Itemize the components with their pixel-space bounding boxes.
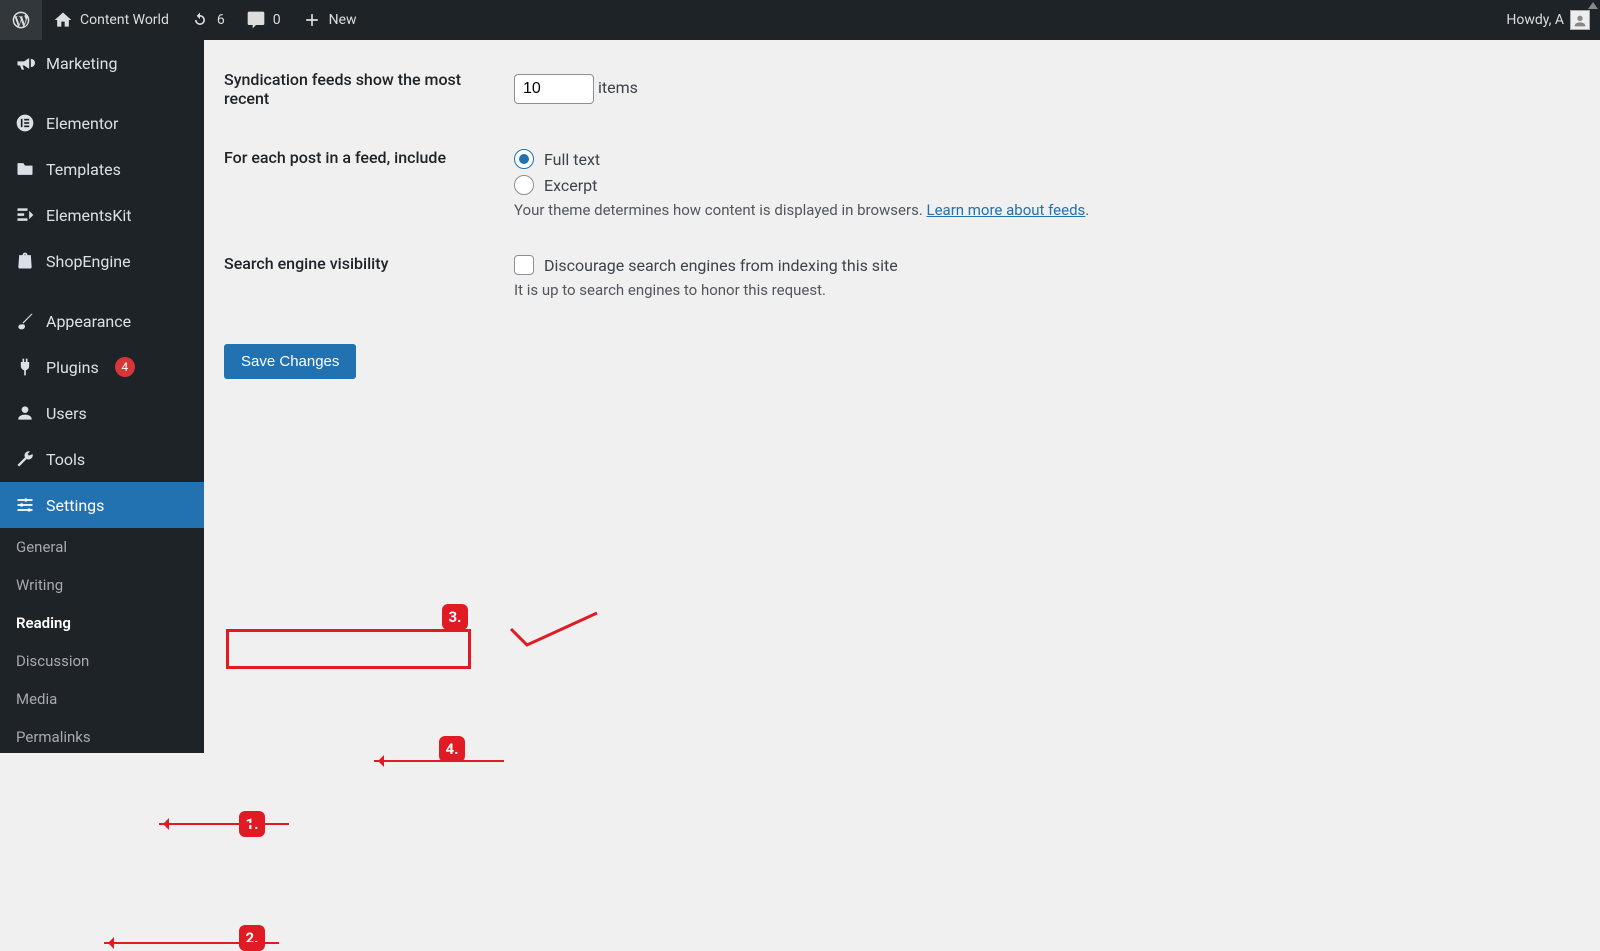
- new-content-link[interactable]: New: [291, 0, 367, 40]
- avatar: [1570, 10, 1590, 30]
- feed-excerpt-radio[interactable]: [514, 175, 534, 195]
- feed-full-text-radio[interactable]: [514, 149, 534, 169]
- save-changes-button[interactable]: Save Changes: [224, 344, 356, 379]
- wrench-icon: [14, 448, 36, 470]
- wordpress-icon: [10, 9, 32, 31]
- sidebar-item-label: Users: [46, 404, 87, 423]
- submenu-writing[interactable]: Writing: [0, 566, 204, 604]
- shopengine-icon: [14, 250, 36, 272]
- sidebar-item-users[interactable]: Users: [0, 390, 204, 436]
- sidebar-item-label: Elementor: [46, 114, 118, 133]
- visibility-label: Search engine visibility: [224, 254, 388, 273]
- sidebar-item-plugins[interactable]: Plugins 4: [0, 344, 204, 390]
- admin-menu: Marketing Elementor Templates ElementsKi…: [0, 40, 204, 753]
- submenu-general[interactable]: General: [0, 528, 204, 566]
- submenu-media[interactable]: Media: [0, 680, 204, 718]
- sidebar-item-shopengine[interactable]: ShopEngine: [0, 238, 204, 284]
- updates-link[interactable]: 6: [179, 0, 235, 40]
- sidebar-item-label: ElementsKit: [46, 206, 131, 225]
- elementskit-icon: [14, 204, 36, 226]
- sidebar-item-label: Templates: [46, 160, 121, 179]
- visibility-note: It is up to search engines to honor this…: [514, 281, 1570, 299]
- discourage-checkbox[interactable]: [514, 255, 534, 275]
- elementor-icon: [14, 112, 36, 134]
- sliders-icon: [14, 494, 36, 516]
- plus-icon: [301, 9, 323, 31]
- sidebar-item-tools[interactable]: Tools: [0, 436, 204, 482]
- annotation-1-arrow: [159, 823, 289, 825]
- annotation-4-arrow: [374, 760, 504, 762]
- annotation-4-badge: 4.: [439, 736, 465, 762]
- sidebar-item-appearance[interactable]: Appearance: [0, 298, 204, 344]
- site-title: Content World: [80, 12, 169, 28]
- annotation-2-arrow: [104, 942, 279, 944]
- learn-more-link[interactable]: Learn more about feeds: [927, 201, 1086, 219]
- home-icon: [52, 9, 74, 31]
- annotation-3-box: [226, 629, 471, 669]
- scroll-up-indicator: [1588, 2, 1598, 9]
- annotation-3-check: [509, 611, 599, 651]
- main-content: Syndication feeds show the most recent i…: [204, 40, 1600, 753]
- plug-icon: [14, 356, 36, 378]
- sidebar-item-templates[interactable]: Templates: [0, 146, 204, 192]
- sidebar-item-marketing[interactable]: Marketing: [0, 40, 204, 86]
- submenu-reading[interactable]: Reading: [0, 604, 204, 642]
- sidebar-item-label: Settings: [46, 496, 104, 515]
- sidebar-item-elementor[interactable]: Elementor: [0, 100, 204, 146]
- megaphone-icon: [14, 52, 36, 74]
- comment-icon: [245, 9, 267, 31]
- discourage-label: Discourage search engines from indexing …: [544, 256, 898, 275]
- feed-content-label: For each post in a feed, include: [224, 148, 446, 167]
- admin-bar: Content World 6 0 New Howdy, A: [0, 0, 1600, 40]
- syndication-label: Syndication feeds show the most recent: [224, 70, 461, 108]
- sidebar-item-label: Appearance: [46, 312, 131, 331]
- sidebar-item-label: ShopEngine: [46, 252, 131, 271]
- annotation-2-badge: 2.: [239, 925, 265, 951]
- feed-full-text-label: Full text: [544, 150, 600, 169]
- annotation-1-badge: 1.: [239, 811, 265, 837]
- submenu-discussion[interactable]: Discussion: [0, 642, 204, 680]
- account-link[interactable]: Howdy, A: [1496, 0, 1600, 40]
- refresh-icon: [189, 9, 211, 31]
- annotation-3-badge: 3.: [442, 604, 468, 630]
- user-icon: [14, 402, 36, 424]
- sidebar-item-label: Plugins: [46, 358, 99, 377]
- updates-count: 6: [217, 12, 225, 28]
- site-name-link[interactable]: Content World: [42, 0, 179, 40]
- feed-excerpt-label: Excerpt: [544, 176, 597, 195]
- comments-count: 0: [273, 12, 281, 28]
- sidebar-item-elementskit[interactable]: ElementsKit: [0, 192, 204, 238]
- greeting: Howdy, A: [1506, 12, 1564, 28]
- submenu-permalinks[interactable]: Permalinks: [0, 718, 204, 753]
- sidebar-item-settings[interactable]: Settings: [0, 482, 204, 528]
- sidebar-item-label: Tools: [46, 450, 85, 469]
- folder-icon: [14, 158, 36, 180]
- plugins-badge: 4: [115, 357, 135, 377]
- comments-link[interactable]: 0: [235, 0, 291, 40]
- syndication-unit: items: [598, 78, 638, 97]
- new-label: New: [329, 12, 357, 28]
- wp-logo[interactable]: [0, 0, 42, 40]
- feed-description: Your theme determines how content is dis…: [514, 201, 1570, 219]
- settings-submenu: General Writing Reading Discussion Media…: [0, 528, 204, 753]
- syndication-input[interactable]: [514, 74, 594, 104]
- sidebar-item-label: Marketing: [46, 54, 117, 73]
- brush-icon: [14, 310, 36, 332]
